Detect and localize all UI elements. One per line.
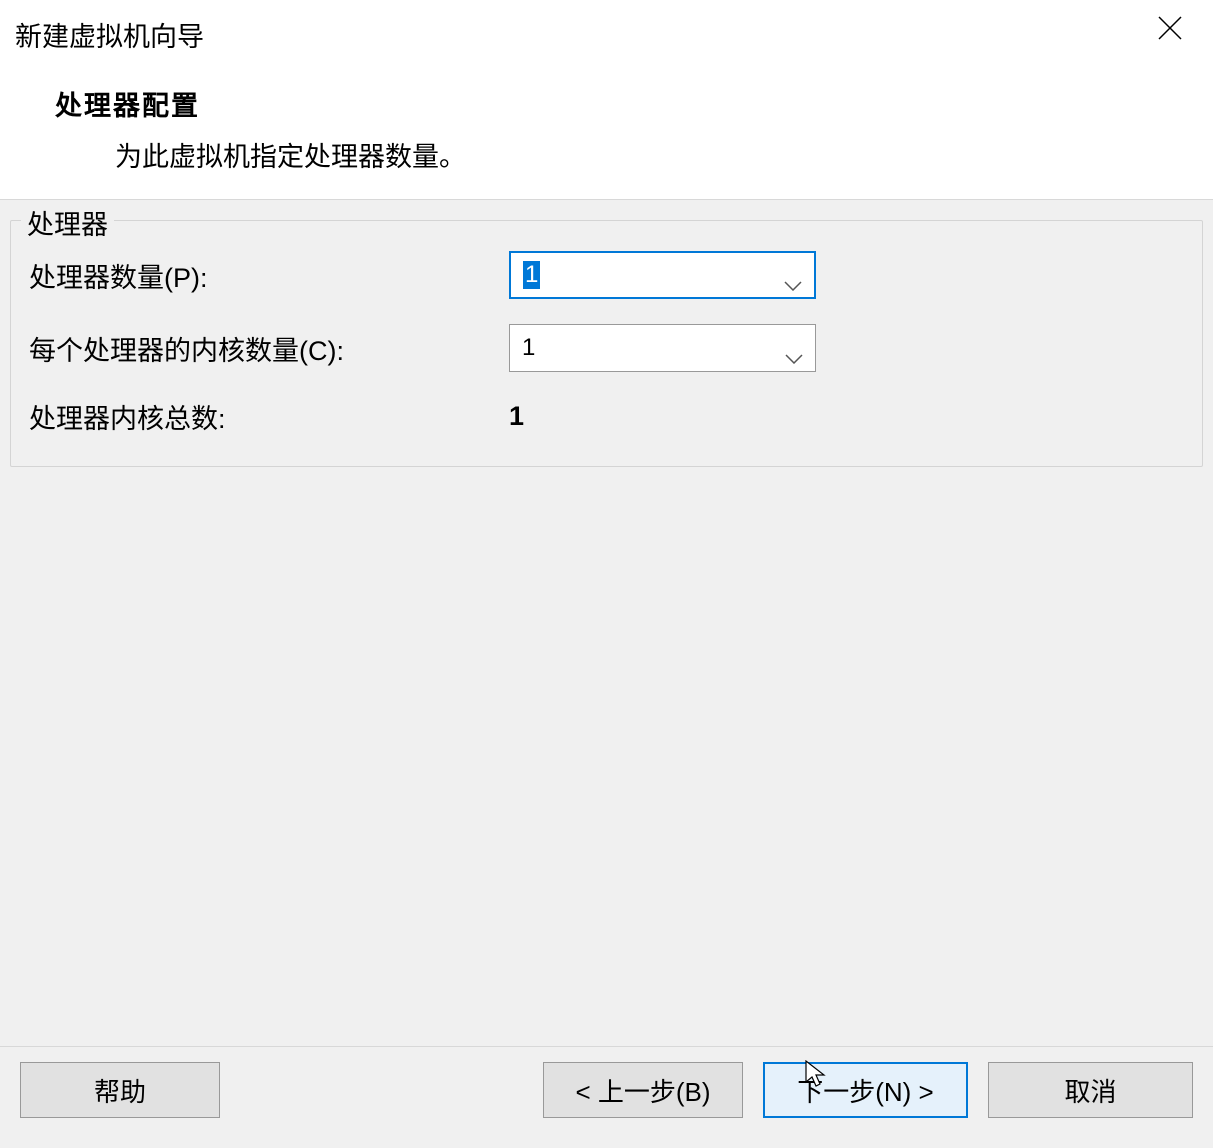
cores-per-processor-select[interactable]: 1 bbox=[509, 324, 816, 372]
wizard-content: 处理器 处理器数量(P): 1 每个处理器的内核数量(C): 1 处理器内核总数… bbox=[0, 200, 1213, 1046]
close-button[interactable] bbox=[1147, 15, 1193, 47]
section-description: 为此虚拟机指定处理器数量。 bbox=[115, 135, 1193, 174]
processor-fieldset: 处理器 处理器数量(P): 1 每个处理器的内核数量(C): 1 处理器内核总数… bbox=[10, 220, 1203, 467]
total-cores-value: 1 bbox=[509, 401, 524, 432]
fieldset-legend: 处理器 bbox=[21, 203, 114, 242]
close-icon bbox=[1157, 15, 1183, 41]
back-button[interactable]: < 上一步(B) bbox=[543, 1062, 743, 1118]
total-cores-row: 处理器内核总数: 1 bbox=[29, 397, 1184, 436]
cancel-button[interactable]: 取消 bbox=[988, 1062, 1193, 1118]
cores-per-processor-label: 每个处理器的内核数量(C): bbox=[29, 329, 509, 368]
processor-count-row: 处理器数量(P): 1 bbox=[29, 251, 1184, 299]
total-cores-label: 处理器内核总数: bbox=[29, 397, 509, 436]
processor-count-select[interactable]: 1 bbox=[509, 251, 816, 299]
cores-per-processor-row: 每个处理器的内核数量(C): 1 bbox=[29, 324, 1184, 372]
cores-per-processor-value: 1 bbox=[522, 334, 535, 362]
title-row: 新建虚拟机向导 bbox=[15, 15, 1193, 54]
chevron-down-icon bbox=[784, 270, 802, 280]
section-title: 处理器配置 bbox=[55, 84, 1193, 123]
wizard-footer: 帮助 < 上一步(B) 下一步(N) > 取消 bbox=[0, 1046, 1213, 1148]
window-title: 新建虚拟机向导 bbox=[15, 15, 204, 54]
wizard-header: 新建虚拟机向导 处理器配置 为此虚拟机指定处理器数量。 bbox=[0, 0, 1213, 200]
processor-count-label: 处理器数量(P): bbox=[29, 256, 509, 295]
next-button[interactable]: 下一步(N) > bbox=[763, 1062, 968, 1118]
help-button[interactable]: 帮助 bbox=[20, 1062, 220, 1118]
chevron-down-icon bbox=[785, 343, 803, 353]
processor-count-value: 1 bbox=[523, 261, 540, 289]
